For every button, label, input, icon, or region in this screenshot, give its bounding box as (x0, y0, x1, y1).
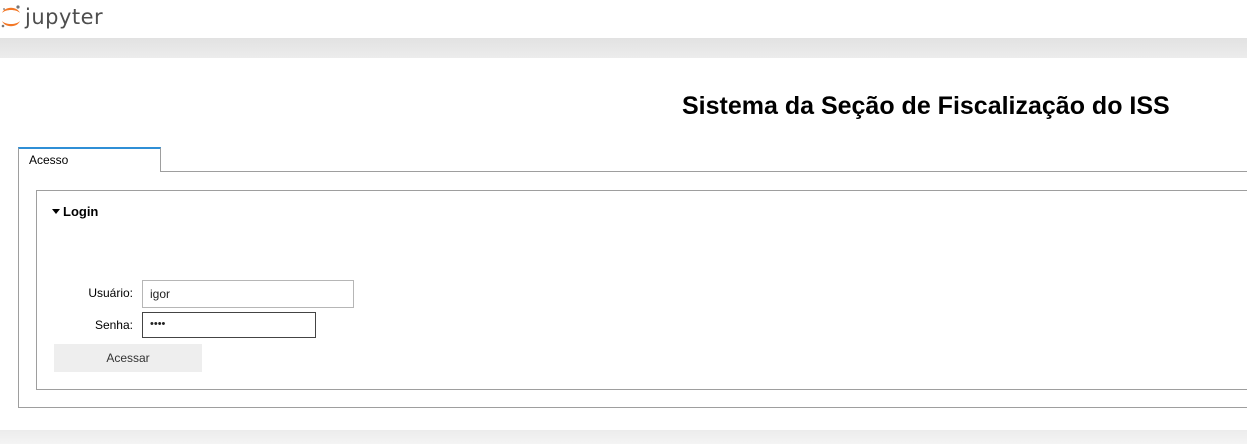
top-bar: jupyter (0, 0, 1247, 38)
header-separator (0, 38, 1247, 58)
username-input[interactable]: igor (142, 280, 354, 308)
jupyter-logo[interactable]: jupyter (0, 4, 103, 30)
acessar-button[interactable]: Acessar (54, 344, 202, 372)
password-input[interactable]: •••• (142, 312, 316, 338)
tab-acesso[interactable]: Acesso (18, 147, 161, 172)
jupyter-logo-text: jupyter (25, 5, 104, 29)
caret-down-icon (52, 209, 60, 214)
jupyter-logo-icon (0, 4, 22, 30)
password-label: Senha: (94, 318, 133, 332)
footer-separator (0, 430, 1247, 444)
login-legend-toggle[interactable]: Login (52, 204, 98, 219)
username-label: Usuário: (88, 286, 133, 300)
login-legend-label: Login (63, 204, 99, 219)
page-title: Sistema da Seção de Fiscalização do ISS (682, 92, 1170, 120)
